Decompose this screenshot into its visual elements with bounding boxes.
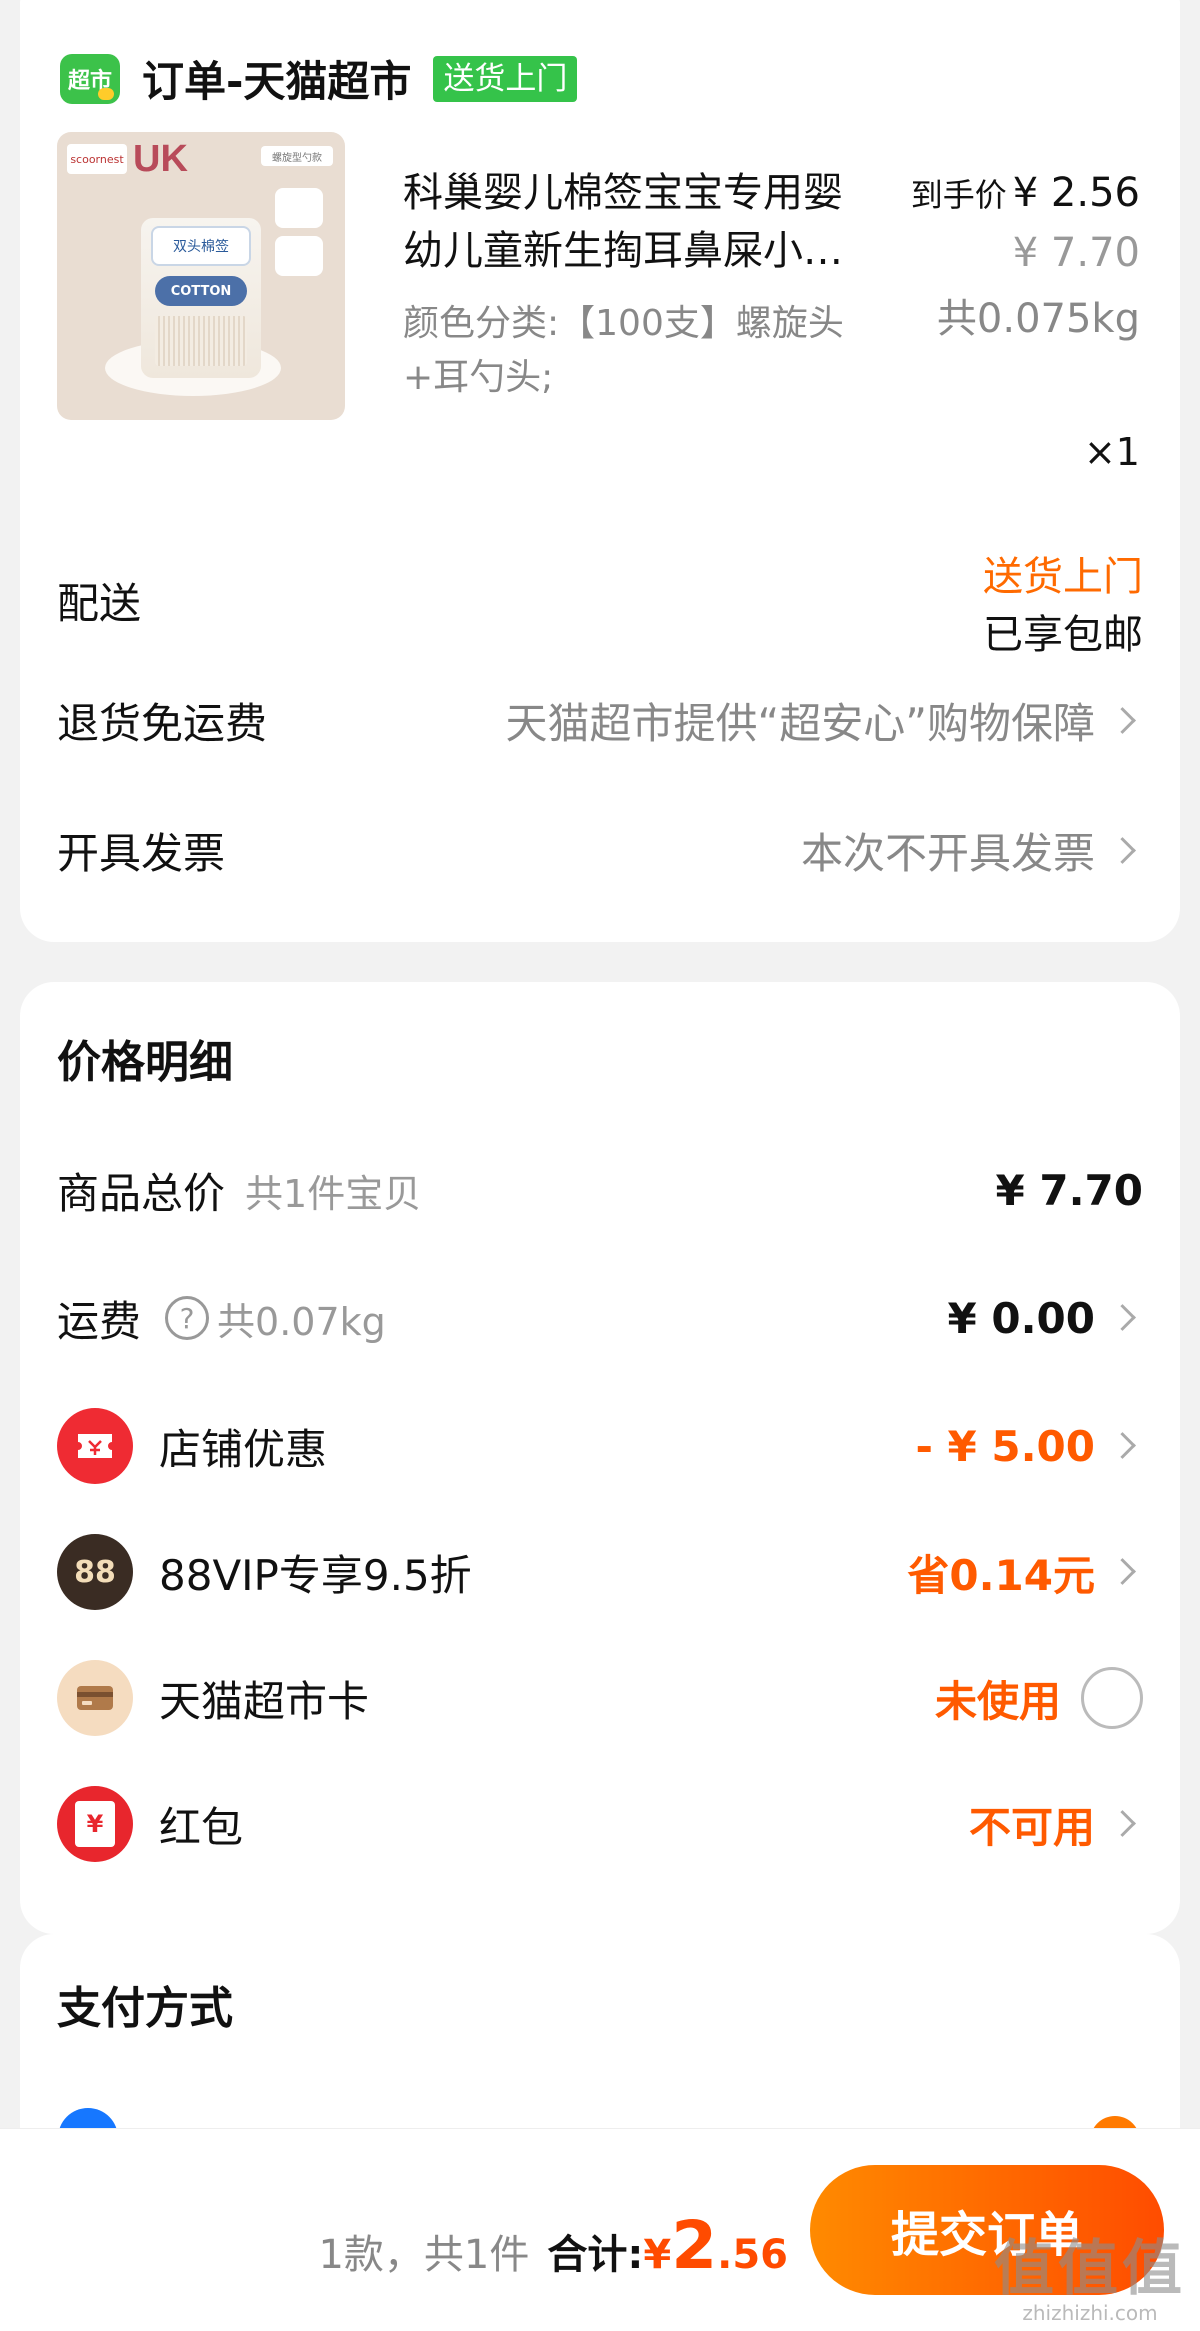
watermark: 值值值 zhizhizhi.com <box>994 2220 1186 2325</box>
product-box: 双头棉签 COTTON <box>141 218 261 378</box>
price-detail-card: 价格明细 商品总价 共1件宝贝 ¥ 7.70 运费 ? 共0.07kg ¥ 0.… <box>20 982 1180 1934</box>
coupon-icon <box>57 1408 133 1484</box>
radio-button[interactable] <box>1081 1667 1143 1729</box>
shipping-weight: 共0.07kg <box>217 1299 386 1344</box>
watermark-logo: 值值值 <box>994 2234 1186 2304</box>
swab-sample-1 <box>275 188 323 228</box>
invoice-label: 开具发票 <box>57 829 226 878</box>
total-label: 合计: <box>547 2232 644 2278</box>
logo-dot <box>98 87 114 100</box>
invoice-value-wrap: 本次不开具发票 <box>801 820 1143 881</box>
vip-discount-row[interactable]: 88 88VIP专享9.5折 省0.14元 <box>57 1532 1143 1612</box>
product-title-line2: 幼儿童新生掏耳鼻屎小… <box>403 228 843 274</box>
product-price-box: 到手价 ¥ 2.56 ¥ 7.70 共0.075kg <box>911 164 1140 348</box>
card-icon <box>57 1660 133 1736</box>
item-count: 1款，共1件 <box>318 2232 530 2278</box>
invoice-row[interactable]: 开具发票 本次不开具发票 <box>57 820 1143 881</box>
order-card: 超市 订单-天猫超市 送货上门 scoornest UK 螺旋型勺款 双头棉签 … <box>20 0 1180 942</box>
goods-total-count: 共1件宝贝 <box>245 1171 422 1216</box>
watermark-url: zhizhizhi.com <box>1022 2301 1158 2325</box>
supermarket-card-label: 天猫超市卡 <box>159 1676 370 1726</box>
help-icon[interactable]: ? <box>165 1296 210 1340</box>
product-image[interactable]: scoornest UK 螺旋型勺款 双头棉签 COTTON <box>57 132 345 420</box>
delivery-label: 配送 <box>57 579 142 628</box>
goods-total-row: 商品总价 共1件宝贝 ¥ 7.70 <box>57 1150 1143 1230</box>
shop-header: 超市 订单-天猫超市 送货上门 <box>60 48 578 109</box>
goods-total-label: 商品总价 <box>57 1168 226 1218</box>
image-tag: 螺旋型勺款 <box>261 146 333 166</box>
return-shipping-value: 天猫超市提供“超安心”购物保障 <box>505 699 1095 748</box>
product-spec[interactable]: 颜色分类:【100支】螺旋头 +耳勺头; <box>403 297 893 405</box>
supermarket-card-row[interactable]: 天猫超市卡 未使用 <box>57 1658 1143 1738</box>
tmall-supermarket-logo-icon: 超市 <box>60 53 120 104</box>
invoice-value: 本次不开具发票 <box>800 829 1095 878</box>
chevron-right-icon <box>1107 1426 1143 1466</box>
price-detail-title: 价格明细 <box>57 1037 233 1088</box>
order-confirm-page: 超市 订单-天猫超市 送货上门 scoornest UK 螺旋型勺款 双头棉签 … <box>0 0 1200 2331</box>
box-label: COTTON <box>155 276 247 306</box>
chevron-right-icon <box>1107 1804 1143 1844</box>
chevron-right-icon <box>1107 1552 1143 1592</box>
delivery-row[interactable]: 配送 <box>57 570 1143 631</box>
shop-discount-value: - ¥ 5.00 <box>915 1421 1095 1471</box>
chevron-right-icon <box>1107 831 1143 871</box>
shipping-fee-row[interactable]: 运费 ? 共0.07kg ¥ 0.00 <box>57 1278 1143 1358</box>
product-title-line1: 科巢婴儿棉签宝宝专用婴 <box>403 170 843 216</box>
supermarket-card-value: 未使用 <box>934 1676 1061 1726</box>
shipping-fee-label: 运费 <box>57 1296 142 1346</box>
chevron-right-icon <box>1107 1298 1143 1338</box>
delivery-info: 送货上门 已享包邮 <box>983 548 1143 664</box>
delivery-note: 已享包邮 <box>983 612 1143 658</box>
red-packet-value: 不可用 <box>968 1802 1095 1852</box>
total-decimal: .56 <box>717 2232 788 2278</box>
vip-discount-label: 88VIP专享9.5折 <box>159 1550 472 1600</box>
swab-sample-2 <box>275 236 323 276</box>
red-packet-label: 红包 <box>159 1802 244 1852</box>
shop-discount-row[interactable]: 店铺优惠 - ¥ 5.00 <box>57 1406 1143 1486</box>
final-price-value: ¥ 2.56 <box>1012 170 1140 216</box>
checkout-summary: 1款，共1件 合计: ¥ 2 .56 <box>318 2207 788 2284</box>
vip-discount-value: 省0.14元 <box>907 1550 1095 1600</box>
shop-name: 订单-天猫超市 <box>142 57 412 106</box>
shop-discount-label: 店铺优惠 <box>159 1424 328 1474</box>
delivery-tag: 送货上门 <box>433 55 578 102</box>
red-packet-symbol: ¥ <box>75 1801 115 1847</box>
product-weight: 共0.075kg <box>936 296 1140 342</box>
shipping-fee-value: ¥ 0.00 <box>947 1293 1095 1343</box>
product-spec-line2: +耳勺头; <box>403 357 554 398</box>
product-title[interactable]: 科巢婴儿棉签宝宝专用婴 幼儿童新生掏耳鼻屎小… <box>403 164 913 280</box>
delivery-method: 送货上门 <box>983 554 1143 600</box>
brand-label: scoornest <box>67 144 127 174</box>
product-quantity: ×1 <box>1083 430 1140 474</box>
payment-title: 支付方式 <box>57 1983 233 2034</box>
total-integer: 2 <box>671 2207 718 2284</box>
final-price: 到手价 ¥ 2.56 <box>911 164 1140 224</box>
return-shipping-label: 退货免运费 <box>57 699 268 748</box>
return-shipping-row[interactable]: 退货免运费 天猫超市提供“超安心”购物保障 <box>57 690 1143 751</box>
box-lid-text: 双头棉签 <box>151 226 251 266</box>
red-packet-row[interactable]: ¥ 红包 不可用 <box>57 1784 1143 1864</box>
red-packet-icon: ¥ <box>57 1786 133 1862</box>
original-price: ¥ 7.70 <box>1012 230 1140 276</box>
total-currency: ¥ <box>643 2232 672 2278</box>
brand-logo-text: UK <box>133 138 188 180</box>
return-shipping-value-wrap: 天猫超市提供“超安心”购物保障 <box>505 690 1143 751</box>
goods-total-value: ¥ 7.70 <box>995 1165 1143 1215</box>
vip-88-icon: 88 <box>57 1534 133 1610</box>
final-price-label: 到手价 <box>910 176 1007 214</box>
cotton-sticks <box>155 316 247 366</box>
product-spec-line1: 颜色分类:【100支】螺旋头 <box>403 303 844 344</box>
chevron-right-icon <box>1107 701 1143 741</box>
